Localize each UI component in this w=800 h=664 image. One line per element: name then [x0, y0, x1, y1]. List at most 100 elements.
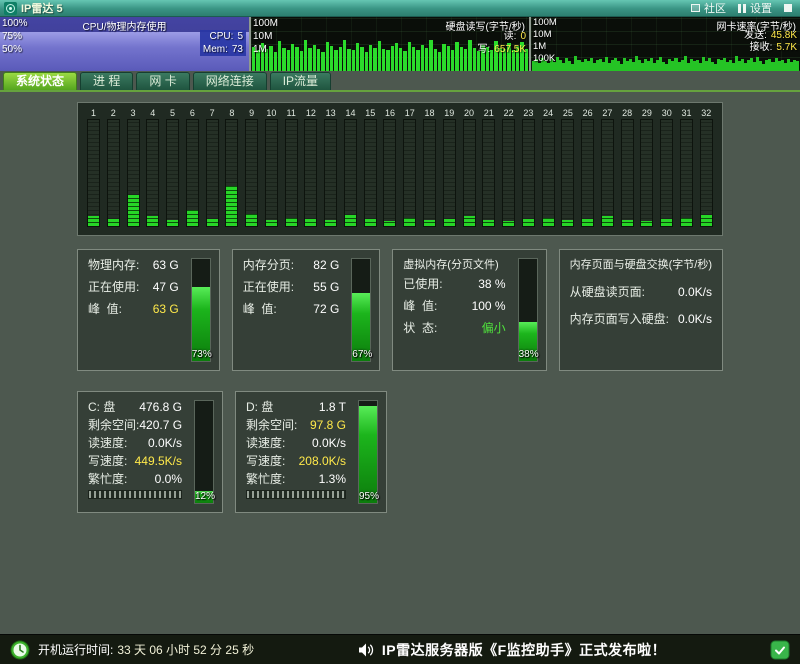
- nic-chart-legend: 发送:45.8K接收:5.7K: [744, 30, 797, 54]
- chart-bar: [369, 45, 372, 71]
- core-number: 10: [266, 107, 276, 119]
- chart-bar: [796, 61, 799, 71]
- tab-processes[interactable]: 进 程: [80, 72, 133, 90]
- scale-label: 100M: [253, 17, 278, 30]
- scale-label: 10M: [533, 29, 557, 41]
- core-fill: [424, 220, 435, 226]
- core-number: 31: [681, 107, 691, 119]
- gauge-percent-label: 38%: [519, 349, 537, 360]
- tab-system-status[interactable]: 系统状态: [3, 72, 77, 90]
- core-bar: [482, 119, 495, 227]
- stat-row: 发送:45.8K: [744, 30, 797, 42]
- chart-bar: [442, 44, 445, 71]
- chart-bar: [460, 47, 463, 71]
- core-number: 18: [425, 107, 435, 119]
- stat-label: 读速度:: [246, 436, 285, 450]
- community-button[interactable]: 社区: [691, 0, 726, 16]
- core-gauge-11: 11: [284, 107, 299, 235]
- core-bar: [680, 119, 693, 227]
- core-fill: [404, 218, 415, 226]
- core-gauge-6: 6: [185, 107, 200, 235]
- drive-d-stats: D: 盘1.8 T剩余空间:97.8 G读速度:0.0K/s写速度:208.0K…: [246, 400, 346, 486]
- statusbar: 开机运行时间:33 天 06 小时 52 分 25 秒 IP雷达服务器版《F监控…: [0, 634, 800, 664]
- memory-paging-gauge: 67%: [351, 258, 371, 362]
- clock-icon: [10, 640, 30, 660]
- core-fill: [128, 195, 139, 226]
- core-bar: [561, 119, 574, 227]
- core-bar: [423, 119, 436, 227]
- chart-bar: [317, 49, 320, 71]
- stat-row: 物理内存:63 G: [88, 258, 179, 273]
- stat-row: CPU:5: [203, 30, 243, 43]
- core-bar: [225, 119, 238, 227]
- stat-row: D: 盘1.8 T: [246, 400, 346, 414]
- core-bar: [542, 119, 555, 227]
- chart-bar: [473, 48, 476, 71]
- core-gauge-24: 24: [541, 107, 556, 235]
- tab-ip-traffic[interactable]: IP流量: [270, 72, 331, 90]
- stat-value: 208.0K/s: [299, 454, 346, 468]
- physical-memory-stats: 物理内存:63 G正在使用:47 G峰 值:63 G: [88, 258, 179, 317]
- core-gauge-20: 20: [462, 107, 477, 235]
- core-bar: [660, 119, 673, 227]
- chart-bar: [295, 47, 298, 71]
- tray-button[interactable]: [784, 4, 792, 12]
- core-gauge-14: 14: [343, 107, 358, 235]
- chart-bar: [278, 41, 281, 71]
- window-title: IP雷达 5: [21, 0, 63, 16]
- core-bar: [166, 119, 179, 227]
- stat-label: 接收:: [750, 42, 773, 53]
- core-gauge-12: 12: [303, 107, 318, 235]
- stat-value: 82 G: [313, 258, 339, 273]
- tab-network-connections[interactable]: 网络连接: [193, 72, 267, 90]
- disk-chart-legend: 读:0写:657.5K: [478, 30, 526, 56]
- stat-label: 读速度:: [88, 436, 127, 450]
- stat-value: 476.8 G: [139, 400, 182, 414]
- chart-bar: [451, 50, 454, 71]
- chart-bar: [356, 43, 359, 71]
- core-gauge-27: 27: [600, 107, 615, 235]
- stat-label: Mem:: [203, 44, 228, 55]
- stat-label: D: 盘: [246, 400, 273, 414]
- core-fill: [384, 221, 395, 226]
- core-fill: [503, 221, 514, 226]
- core-number: 23: [523, 107, 533, 119]
- core-gauges: 1234567891011121314151617181920212223242…: [86, 107, 714, 235]
- cpu-cores-panel: 1234567891011121314151617181920212223242…: [77, 102, 723, 236]
- stat-row: 读:0: [478, 30, 526, 43]
- chart-bar: [347, 49, 350, 71]
- drive-d-gauge: 95%: [358, 400, 378, 504]
- memory-paging-stats: 内存分页:82 G正在使用:55 G峰 值:72 G: [243, 258, 340, 317]
- stat-value: 73: [232, 44, 243, 55]
- stat-label: 峰 值:: [243, 302, 277, 317]
- core-fill: [444, 219, 455, 226]
- tab-nic[interactable]: 网 卡: [136, 72, 189, 90]
- core-fill: [602, 216, 613, 226]
- chart-bar: [403, 51, 406, 71]
- stat-row: 从硬盘读页面:0.0K/s: [570, 285, 712, 300]
- stat-row: 已使用:38 %: [403, 277, 505, 292]
- gauge-percent-label: 95%: [359, 491, 377, 502]
- stat-value: 1.3%: [319, 472, 346, 486]
- app-icon: [4, 2, 17, 15]
- core-gauge-16: 16: [382, 107, 397, 235]
- chart-bar: [447, 46, 450, 71]
- core-gauge-23: 23: [521, 107, 536, 235]
- stat-row: Mem: 73: [203, 43, 243, 56]
- chart-bar: [464, 49, 467, 71]
- chart-bar: [425, 48, 428, 71]
- panel-drive-d: D: 盘1.8 T剩余空间:97.8 G读速度:0.0K/s写速度:208.0K…: [235, 391, 387, 513]
- core-bar: [403, 119, 416, 227]
- settings-button[interactable]: 设置: [738, 0, 772, 16]
- stat-value: 0.0K/s: [148, 436, 182, 450]
- stat-value: 55 G: [313, 280, 339, 295]
- app-badge-icon[interactable]: [770, 640, 790, 660]
- settings-label: 设置: [750, 0, 772, 16]
- memory-panels-row: 物理内存:63 G正在使用:47 G峰 值:63 G 73% 内存分页:82 G…: [77, 249, 723, 371]
- stat-label: 写速度:: [246, 454, 285, 468]
- speaker-icon[interactable]: [358, 643, 374, 657]
- announcement-text[interactable]: IP雷达服务器版《F监控助手》正式发布啦！: [382, 640, 666, 660]
- stat-value: 63 G: [153, 302, 179, 317]
- uptime: 开机运行时间:33 天 06 小时 52 分 25 秒: [38, 641, 254, 658]
- core-fill: [483, 220, 494, 226]
